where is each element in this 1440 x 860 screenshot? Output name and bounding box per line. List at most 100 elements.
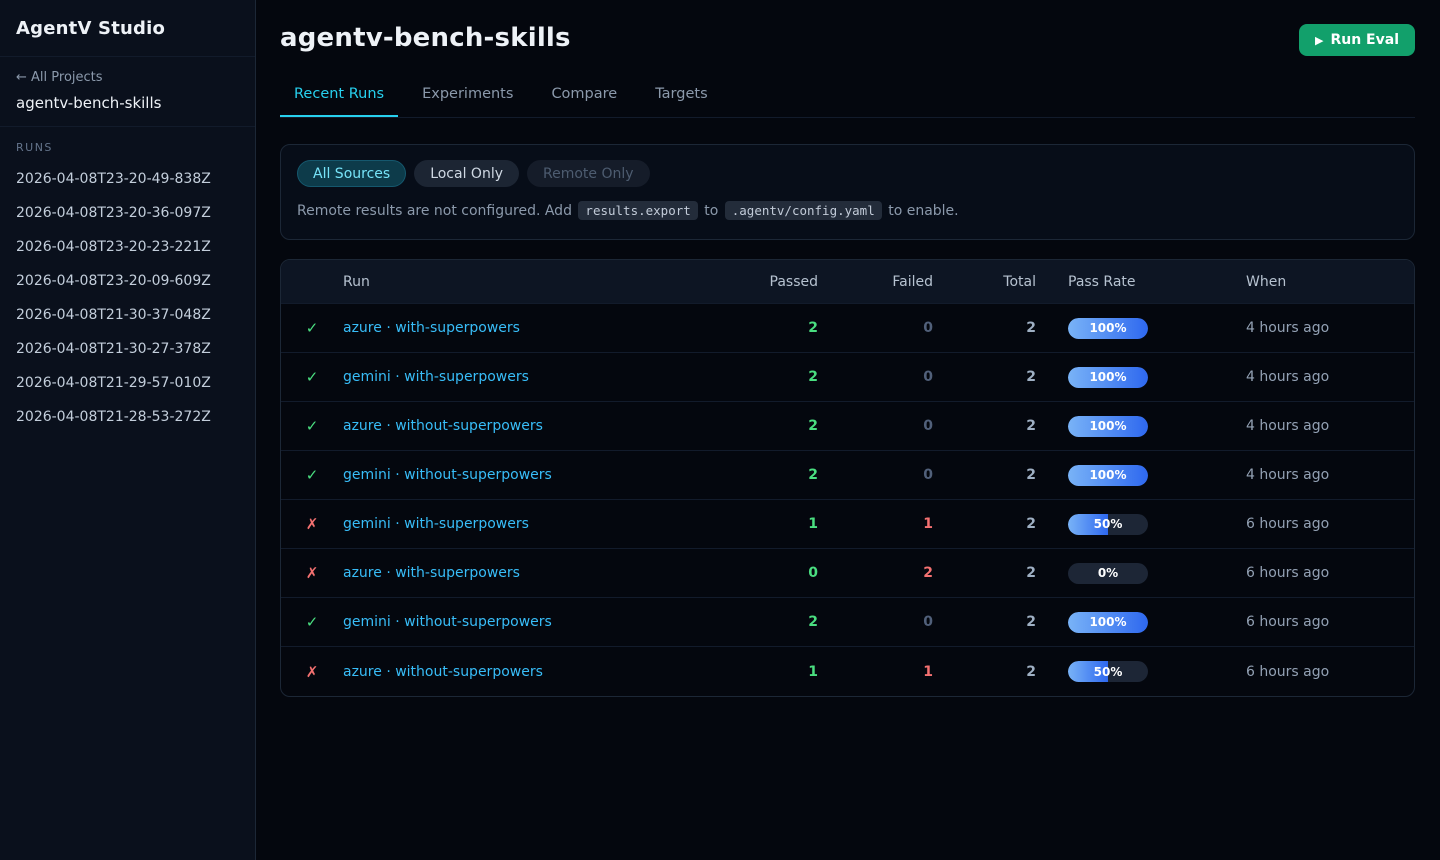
project-block: ← All Projects agentv-bench-skills (0, 57, 255, 127)
sidebar-run-item[interactable]: 2026-04-08T21-30-27-378Z (16, 332, 239, 366)
tab-compare[interactable]: Compare (537, 86, 631, 117)
tab-recent-runs[interactable]: Recent Runs (280, 86, 398, 117)
passed-count: 2 (728, 418, 818, 434)
run-link[interactable]: gemini · without-superpowers (343, 467, 552, 483)
pass-rate-badge: 0% (1068, 563, 1148, 584)
fail-cross-icon: ✗ (306, 515, 319, 533)
pass-rate-label: 100% (1068, 318, 1148, 339)
table-row[interactable]: ✓ azure · with-superpowers 2 0 2 100% 4 … (281, 304, 1414, 353)
table-row[interactable]: ✓ azure · without-superpowers 2 0 2 100%… (281, 402, 1414, 451)
table-row[interactable]: ✓ gemini · without-superpowers 2 0 2 100… (281, 451, 1414, 500)
pass-check-icon: ✓ (306, 368, 319, 386)
failed-count: 0 (818, 614, 933, 630)
when-label: 6 hours ago (1246, 614, 1414, 630)
pass-rate-badge: 100% (1068, 612, 1148, 633)
sidebar-run-item[interactable]: 2026-04-08T23-20-09-609Z (16, 264, 239, 298)
pass-check-icon: ✓ (306, 417, 319, 435)
total-count: 2 (933, 565, 1036, 581)
col-when: When (1246, 274, 1414, 290)
passed-count: 1 (728, 664, 818, 680)
pass-rate-label: 0% (1068, 563, 1148, 584)
app-title: AgentV Studio (16, 18, 239, 39)
pass-rate-label: 50% (1068, 661, 1148, 682)
col-passed: Passed (728, 274, 818, 290)
run-link[interactable]: gemini · without-superpowers (343, 614, 552, 630)
pass-rate-label: 100% (1068, 367, 1148, 388)
failed-count: 2 (818, 565, 933, 581)
all-projects-back-link[interactable]: ← All Projects (16, 70, 239, 85)
page-header: agentv-bench-skills ▶ Run Eval (280, 0, 1415, 56)
run-link[interactable]: azure · without-superpowers (343, 664, 543, 680)
table-header-row: Run Passed Failed Total Pass Rate When (281, 260, 1414, 304)
pass-rate-badge: 100% (1068, 416, 1148, 437)
chip-local-only[interactable]: Local Only (414, 160, 519, 187)
sidebar-run-item[interactable]: 2026-04-08T23-20-49-838Z (16, 162, 239, 196)
chip-all-sources[interactable]: All Sources (297, 160, 406, 187)
run-eval-label: Run Eval (1330, 32, 1399, 48)
run-link[interactable]: gemini · with-superpowers (343, 369, 529, 385)
tab-targets[interactable]: Targets (641, 86, 721, 117)
sidebar-run-item[interactable]: 2026-04-08T21-30-37-048Z (16, 298, 239, 332)
chip-remote-only: Remote Only (527, 160, 650, 187)
source-chips: All Sources Local Only Remote Only (297, 160, 1398, 187)
when-label: 4 hours ago (1246, 418, 1414, 434)
pass-check-icon: ✓ (306, 466, 319, 484)
table-row[interactable]: ✗ gemini · with-superpowers 1 1 2 50% 6 … (281, 500, 1414, 549)
sidebar-run-item[interactable]: 2026-04-08T23-20-23-221Z (16, 230, 239, 264)
col-run: Run (343, 274, 728, 290)
failed-count: 1 (818, 664, 933, 680)
table-row[interactable]: ✗ azure · with-superpowers 0 2 2 0% 6 ho… (281, 549, 1414, 598)
sidebar-run-item[interactable]: 2026-04-08T23-20-36-097Z (16, 196, 239, 230)
pass-rate-label: 100% (1068, 465, 1148, 486)
run-link[interactable]: azure · with-superpowers (343, 565, 520, 581)
fail-cross-icon: ✗ (306, 663, 319, 681)
col-pass-rate: Pass Rate (1036, 274, 1246, 290)
total-count: 2 (933, 664, 1036, 680)
tab-bar: Recent Runs Experiments Compare Targets (280, 86, 1415, 118)
total-count: 2 (933, 614, 1036, 630)
run-link[interactable]: azure · with-superpowers (343, 320, 520, 336)
passed-count: 2 (728, 320, 818, 336)
sidebar-header: AgentV Studio (0, 0, 255, 57)
when-label: 6 hours ago (1246, 664, 1414, 680)
table-row[interactable]: ✓ gemini · with-superpowers 2 0 2 100% 4… (281, 353, 1414, 402)
pass-rate-badge: 100% (1068, 318, 1148, 339)
total-count: 2 (933, 467, 1036, 483)
total-count: 2 (933, 516, 1036, 532)
col-failed: Failed (818, 274, 933, 290)
remote-config-notice: Remote results are not configured. Add r… (297, 203, 1398, 219)
pass-rate-label: 100% (1068, 416, 1148, 437)
failed-count: 0 (818, 369, 933, 385)
total-count: 2 (933, 320, 1036, 336)
runs-section-label: RUNS (16, 141, 239, 154)
table-body: ✓ azure · with-superpowers 2 0 2 100% 4 … (281, 304, 1414, 696)
run-eval-button[interactable]: ▶ Run Eval (1299, 24, 1415, 56)
pass-check-icon: ✓ (306, 319, 319, 337)
run-link[interactable]: azure · without-superpowers (343, 418, 543, 434)
failed-count: 1 (818, 516, 933, 532)
pass-rate-badge: 100% (1068, 465, 1148, 486)
failed-count: 0 (818, 467, 933, 483)
pass-rate-badge: 50% (1068, 514, 1148, 535)
table-row[interactable]: ✗ azure · without-superpowers 1 1 2 50% … (281, 647, 1414, 696)
notice-text: to (704, 203, 718, 219)
when-label: 4 hours ago (1246, 467, 1414, 483)
table-row[interactable]: ✓ gemini · without-superpowers 2 0 2 100… (281, 598, 1414, 647)
pass-rate-badge: 100% (1068, 367, 1148, 388)
when-label: 6 hours ago (1246, 516, 1414, 532)
runs-table: Run Passed Failed Total Pass Rate When ✓… (280, 259, 1415, 697)
source-filter-panel: All Sources Local Only Remote Only Remot… (280, 144, 1415, 240)
run-link[interactable]: gemini · with-superpowers (343, 516, 529, 532)
sidebar-run-item[interactable]: 2026-04-08T21-29-57-010Z (16, 366, 239, 400)
when-label: 4 hours ago (1246, 320, 1414, 336)
sidebar-run-item[interactable]: 2026-04-08T21-28-53-272Z (16, 400, 239, 434)
runs-section: RUNS 2026-04-08T23-20-49-838Z2026-04-08T… (0, 127, 255, 448)
passed-count: 2 (728, 614, 818, 630)
code-results-export: results.export (578, 201, 697, 220)
tab-experiments[interactable]: Experiments (408, 86, 527, 117)
code-config-yaml: .agentv/config.yaml (725, 201, 882, 220)
main-content: agentv-bench-skills ▶ Run Eval Recent Ru… (256, 0, 1440, 860)
when-label: 6 hours ago (1246, 565, 1414, 581)
failed-count: 0 (818, 320, 933, 336)
passed-count: 1 (728, 516, 818, 532)
